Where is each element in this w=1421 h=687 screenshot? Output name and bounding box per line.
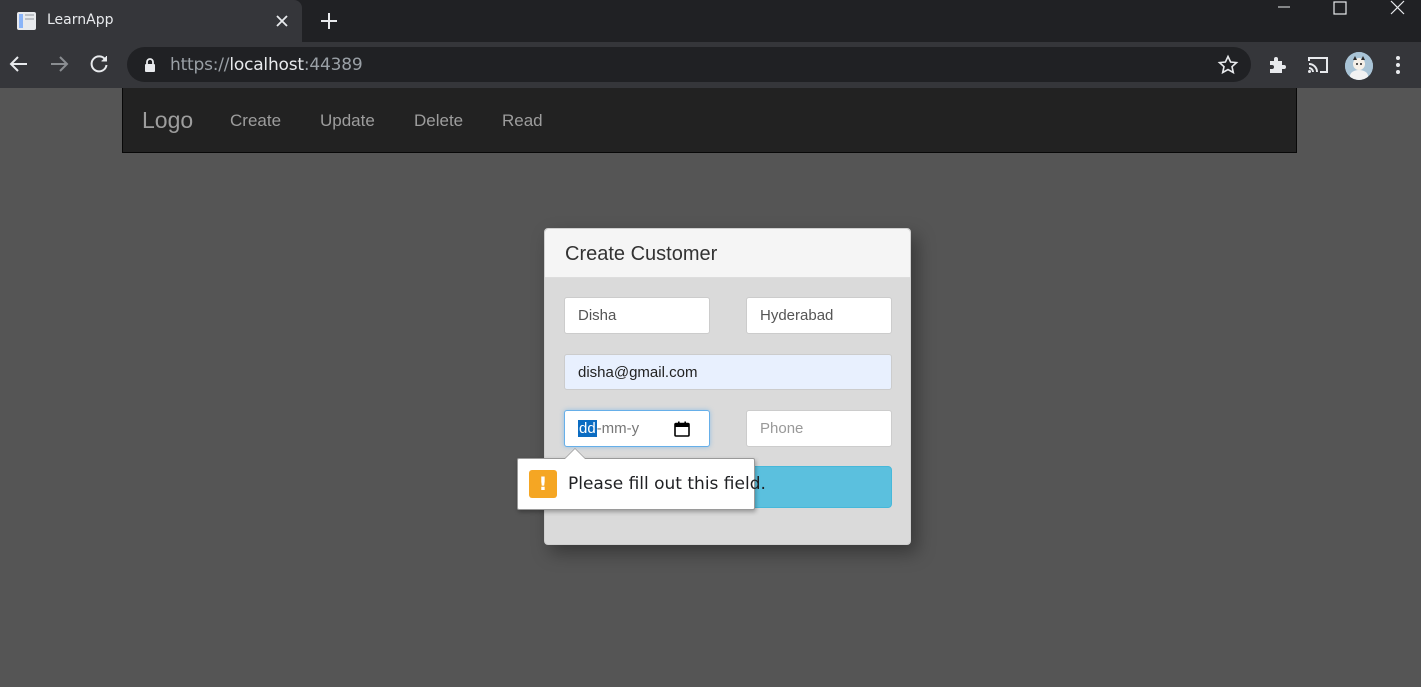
nav-link-update[interactable]: Update bbox=[320, 111, 375, 131]
lock-icon[interactable] bbox=[143, 57, 157, 73]
back-arrow-icon[interactable] bbox=[8, 53, 30, 75]
nav-link-read[interactable]: Read bbox=[502, 111, 543, 131]
reload-icon[interactable] bbox=[88, 53, 110, 75]
document-icon bbox=[17, 12, 36, 30]
nav-link-delete[interactable]: Delete bbox=[414, 111, 463, 131]
name-input[interactable]: Disha bbox=[564, 297, 710, 334]
validation-tooltip: ! Please fill out this field. bbox=[517, 448, 766, 510]
forward-arrow-icon[interactable] bbox=[48, 53, 70, 75]
email-input[interactable]: disha@gmail.com bbox=[564, 354, 892, 390]
address-bar[interactable]: https://localhost:44389 bbox=[127, 47, 1251, 82]
panel-title: Create Customer bbox=[565, 243, 718, 265]
plus-icon[interactable] bbox=[318, 10, 340, 32]
warning-icon: ! bbox=[529, 470, 557, 498]
avatar-icon bbox=[1345, 52, 1373, 80]
calendar-icon[interactable] bbox=[674, 421, 690, 437]
phone-input[interactable]: Phone bbox=[746, 410, 892, 447]
validation-message: Please fill out this field. bbox=[568, 474, 766, 494]
site-navbar: Logo Create Update Delete Read bbox=[122, 88, 1297, 153]
bookmark-star-icon[interactable] bbox=[1217, 54, 1239, 76]
minimize-icon[interactable] bbox=[1261, 0, 1307, 16]
profile-avatar[interactable] bbox=[1345, 52, 1373, 80]
brand-logo[interactable]: Logo bbox=[142, 107, 193, 134]
tab-title: LearnApp bbox=[47, 12, 114, 28]
page-content: Logo Create Update Delete Read Create Cu… bbox=[0, 88, 1421, 687]
cast-icon[interactable] bbox=[1306, 53, 1330, 77]
date-day-segment[interactable]: dd bbox=[578, 420, 597, 437]
date-rest-segment[interactable]: -mm-y bbox=[597, 420, 639, 437]
close-icon[interactable] bbox=[272, 11, 292, 31]
nav-link-create[interactable]: Create bbox=[230, 111, 281, 131]
menu-kebab-icon[interactable] bbox=[1387, 53, 1409, 77]
browser-tab[interactable]: LearnApp bbox=[0, 0, 302, 42]
date-of-birth-input[interactable]: dd-mm-y bbox=[564, 410, 710, 447]
extensions-puzzle-icon[interactable] bbox=[1266, 53, 1290, 77]
url-text: https://localhost:44389 bbox=[170, 55, 363, 75]
maximize-icon[interactable] bbox=[1317, 0, 1363, 16]
window-close-icon[interactable] bbox=[1374, 0, 1420, 16]
browser-titlebar: LearnApp bbox=[0, 0, 1421, 42]
city-input[interactable]: Hyderabad bbox=[746, 297, 892, 334]
browser-toolbar: https://localhost:44389 bbox=[0, 42, 1421, 88]
panel-heading: Create Customer bbox=[545, 229, 910, 278]
